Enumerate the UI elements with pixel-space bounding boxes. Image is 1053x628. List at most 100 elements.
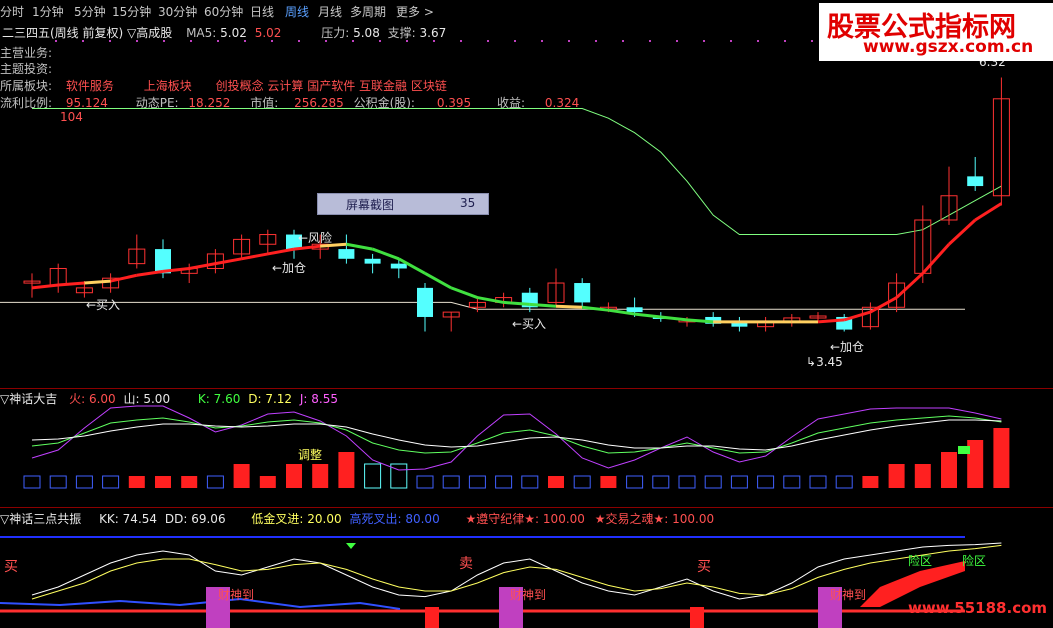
candle-body — [574, 283, 591, 303]
buy-signal: 买 — [4, 559, 18, 575]
kdj-bar — [757, 475, 775, 489]
kdj-bar — [914, 464, 931, 488]
kdj-bar — [259, 476, 276, 488]
ma-segment — [215, 257, 242, 266]
ma-segment — [136, 269, 164, 277]
kdj-bar — [495, 475, 513, 489]
support-line — [0, 301, 965, 310]
watermark-bottom-url: www.55188.com — [908, 599, 1048, 617]
ma-segment — [660, 315, 688, 322]
signal-marker — [958, 446, 970, 454]
candle-body — [390, 263, 407, 269]
kdj-bar — [128, 476, 145, 488]
ma-segment — [843, 310, 871, 322]
ref-dot — [595, 40, 597, 42]
ma-segment — [686, 318, 714, 324]
down-arrow-icon — [346, 543, 356, 549]
kdj-bar — [521, 475, 539, 489]
kdj-bar — [809, 475, 827, 489]
blue-line — [0, 597, 401, 610]
ma-segment — [267, 247, 295, 256]
ref-dot — [784, 40, 786, 42]
ma-segment — [921, 243, 951, 275]
ma-segment — [346, 242, 373, 251]
ref-dot — [676, 40, 678, 42]
ref-dot — [271, 40, 273, 42]
ma-segment — [450, 286, 478, 299]
caishen-label: 财神到 — [830, 588, 867, 602]
risk-zone-label: 险区 — [908, 554, 933, 568]
kdj-bar — [364, 463, 382, 489]
ref-dot — [541, 40, 543, 42]
kdj-bar — [23, 475, 41, 489]
ref-dot — [487, 40, 489, 42]
candle-body — [338, 249, 355, 259]
kdj-bar — [573, 475, 591, 489]
kdj-bar — [993, 428, 1010, 488]
kdj-bar — [862, 476, 879, 488]
ma-segment — [503, 300, 530, 306]
kdj-bar — [652, 475, 670, 489]
ma-segment — [424, 272, 452, 290]
ma-segment — [241, 252, 269, 261]
ref-dot — [325, 40, 327, 42]
caishen-label: 财神到 — [510, 588, 547, 602]
watermark-url: www.gszx.com.cn — [863, 37, 1034, 57]
ref-dot — [163, 40, 165, 42]
kdj-panel — [23, 405, 1010, 489]
ref-dot — [298, 40, 300, 42]
ref-dot — [811, 40, 813, 42]
ma-segment — [529, 302, 557, 308]
kdj-bar — [678, 475, 696, 489]
ref-dot — [649, 40, 651, 42]
ma-segment — [372, 247, 400, 261]
kdj-bar — [442, 475, 460, 489]
add-position-annotation: ←加仓 — [272, 261, 307, 275]
kdj-bar — [75, 475, 93, 489]
risk-zone-label: 险区 — [962, 554, 987, 568]
ref-dot — [622, 40, 624, 42]
ma-segment — [947, 218, 977, 246]
kdj-bar — [338, 452, 355, 488]
ref-dot — [460, 40, 462, 42]
ref-dot — [406, 40, 408, 42]
kdj-bar — [468, 475, 486, 489]
ref-dot — [190, 40, 192, 42]
ma-segment — [634, 312, 661, 319]
kdj-bar — [102, 475, 120, 489]
panel-divider — [0, 388, 1053, 389]
d-line — [31, 419, 1002, 451]
ref-dot — [703, 40, 705, 42]
ref-dot — [55, 40, 57, 42]
screenshot-button[interactable]: 屏幕截图 35 — [317, 193, 489, 215]
ma-segment — [58, 281, 85, 287]
kdj-bar — [835, 475, 853, 489]
kdj-bar — [181, 476, 198, 488]
ref-dot — [568, 40, 570, 42]
kdj-bar — [600, 476, 617, 488]
ma-segment — [555, 304, 583, 309]
ref-dot — [730, 40, 732, 42]
screenshot-label: 屏幕截图 — [346, 198, 395, 212]
ref-dot — [757, 40, 759, 42]
ref-dot — [109, 40, 111, 42]
kdj-bar — [49, 475, 67, 489]
ref-dot — [379, 40, 381, 42]
candle-body — [417, 287, 433, 317]
ref-dot — [136, 40, 138, 42]
adjust-label: 调整 — [298, 448, 323, 462]
buy-annotation: ←买入 — [512, 317, 547, 331]
candle-body — [364, 258, 381, 264]
ref-dot — [217, 40, 219, 42]
ref-dot — [433, 40, 435, 42]
add-position-annotation: ←加仓 — [830, 340, 865, 354]
caishen-label: 财神到 — [218, 588, 255, 602]
sell-bar — [690, 607, 704, 628]
kdj-bar — [206, 475, 224, 489]
kdj-bar — [155, 476, 171, 488]
watermark-logo: 股票公式指标网 www.gszx.com.cn — [819, 3, 1053, 61]
ma-segment — [84, 279, 111, 285]
kdj-bar — [233, 464, 250, 488]
risk-annotation: ←风险 — [298, 231, 333, 245]
kdj-bar — [941, 452, 957, 488]
